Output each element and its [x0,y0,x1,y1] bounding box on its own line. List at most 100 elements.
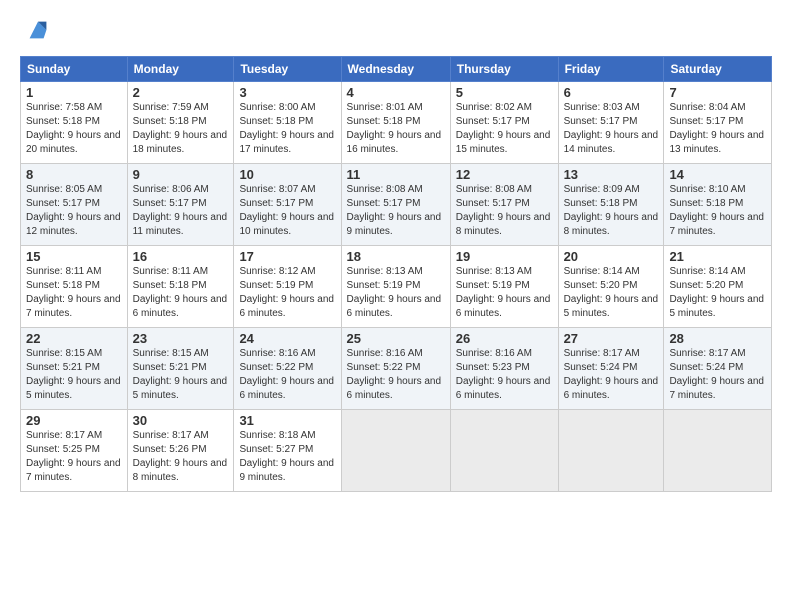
day-number: 5 [456,85,553,100]
day-number: 19 [456,249,553,264]
day-info: Sunrise: 8:04 AMSunset: 5:17 PMDaylight:… [669,102,764,155]
calendar-week-row: 15 Sunrise: 8:11 AMSunset: 5:18 PMDayligh… [21,246,772,328]
day-number: 14 [669,167,766,182]
day-info: Sunrise: 8:08 AMSunset: 5:17 PMDaylight:… [456,184,551,237]
logo [20,16,52,44]
table-row: 18Sunrise: 8:13 AMSunset: 5:19 PMDayligh… [341,246,450,328]
table-row: 3 Sunrise: 8:00 AMSunset: 5:18 PMDaylight… [234,82,341,164]
calendar-week-row: 22Sunrise: 8:15 AMSunset: 5:21 PMDayligh… [21,328,772,410]
table-row: 12Sunrise: 8:08 AMSunset: 5:17 PMDayligh… [450,164,558,246]
day-number: 16 [133,249,229,264]
table-row [558,410,664,492]
calendar-table: Sunday Monday Tuesday Wednesday Thursday… [20,56,772,492]
table-row [664,410,772,492]
day-info: Sunrise: 8:08 AMSunset: 5:17 PMDaylight:… [347,184,442,237]
table-row: 11 Sunrise: 8:08 AMSunset: 5:17 PMDayligh… [341,164,450,246]
day-number: 27 [564,331,659,346]
table-row: 30 Sunrise: 8:17 AMSunset: 5:26 PMDayligh… [127,410,234,492]
table-row: 7 Sunrise: 8:04 AMSunset: 5:17 PMDaylight… [664,82,772,164]
day-info: Sunrise: 8:05 AMSunset: 5:17 PMDaylight:… [26,184,121,237]
table-row: 19 Sunrise: 8:13 AMSunset: 5:19 PMDayligh… [450,246,558,328]
day-number: 2 [133,85,229,100]
day-info: Sunrise: 8:14 AMSunset: 5:20 PMDaylight:… [669,266,764,319]
day-number: 25 [347,331,445,346]
day-number: 29 [26,413,122,428]
day-info: Sunrise: 8:17 AMSunset: 5:26 PMDaylight:… [133,430,228,483]
day-info: Sunrise: 8:15 AMSunset: 5:21 PMDaylight:… [133,348,228,401]
day-info: Sunrise: 8:10 AMSunset: 5:18 PMDaylight:… [669,184,764,237]
table-row: 24 Sunrise: 8:16 AMSunset: 5:22 PMDayligh… [234,328,341,410]
day-number: 23 [133,331,229,346]
day-info: Sunrise: 8:06 AMSunset: 5:17 PMDaylight:… [133,184,228,237]
table-row: 15 Sunrise: 8:11 AMSunset: 5:18 PMDayligh… [21,246,128,328]
calendar-week-row: 1 Sunrise: 7:58 AMSunset: 5:18 PMDaylight… [21,82,772,164]
day-info: Sunrise: 8:02 AMSunset: 5:17 PMDaylight:… [456,102,551,155]
col-wednesday: Wednesday [341,57,450,82]
page: Sunday Monday Tuesday Wednesday Thursday… [0,0,792,612]
table-row: 27 Sunrise: 8:17 AMSunset: 5:24 PMDayligh… [558,328,664,410]
day-number: 24 [239,331,335,346]
day-number: 30 [133,413,229,428]
day-number: 15 [26,249,122,264]
table-row [341,410,450,492]
table-row: 16Sunrise: 8:11 AMSunset: 5:18 PMDayligh… [127,246,234,328]
day-info: Sunrise: 7:58 AMSunset: 5:18 PMDaylight:… [26,102,121,155]
day-number: 6 [564,85,659,100]
table-row: 31 Sunrise: 8:18 AMSunset: 5:27 PMDayligh… [234,410,341,492]
day-number: 31 [239,413,335,428]
table-row: 14 Sunrise: 8:10 AMSunset: 5:18 PMDayligh… [664,164,772,246]
table-row: 23 Sunrise: 8:15 AMSunset: 5:21 PMDayligh… [127,328,234,410]
calendar-header-row: Sunday Monday Tuesday Wednesday Thursday… [21,57,772,82]
table-row: 20Sunrise: 8:14 AMSunset: 5:20 PMDayligh… [558,246,664,328]
table-row: 4 Sunrise: 8:01 AMSunset: 5:18 PMDaylight… [341,82,450,164]
table-row: 6 Sunrise: 8:03 AMSunset: 5:17 PMDaylight… [558,82,664,164]
table-row: 10Sunrise: 8:07 AMSunset: 5:17 PMDayligh… [234,164,341,246]
day-number: 10 [239,167,335,182]
day-info: Sunrise: 8:17 AMSunset: 5:24 PMDaylight:… [564,348,659,401]
day-info: Sunrise: 8:01 AMSunset: 5:18 PMDaylight:… [347,102,442,155]
day-number: 3 [239,85,335,100]
table-row: 2Sunrise: 7:59 AMSunset: 5:18 PMDaylight… [127,82,234,164]
calendar-week-row: 29 Sunrise: 8:17 AMSunset: 5:25 PMDayligh… [21,410,772,492]
day-info: Sunrise: 8:13 AMSunset: 5:19 PMDaylight:… [347,266,442,319]
day-info: Sunrise: 8:11 AMSunset: 5:18 PMDaylight:… [26,266,121,319]
day-number: 7 [669,85,766,100]
day-number: 4 [347,85,445,100]
day-number: 20 [564,249,659,264]
day-number: 8 [26,167,122,182]
col-thursday: Thursday [450,57,558,82]
day-number: 1 [26,85,122,100]
day-info: Sunrise: 8:17 AMSunset: 5:25 PMDaylight:… [26,430,121,483]
calendar-week-row: 8 Sunrise: 8:05 AMSunset: 5:17 PMDaylight… [21,164,772,246]
day-number: 28 [669,331,766,346]
col-friday: Friday [558,57,664,82]
day-info: Sunrise: 8:18 AMSunset: 5:27 PMDaylight:… [239,430,334,483]
day-number: 21 [669,249,766,264]
day-info: Sunrise: 8:16 AMSunset: 5:22 PMDaylight:… [239,348,334,401]
day-info: Sunrise: 8:12 AMSunset: 5:19 PMDaylight:… [239,266,334,319]
table-row: 21 Sunrise: 8:14 AMSunset: 5:20 PMDayligh… [664,246,772,328]
day-info: Sunrise: 8:16 AMSunset: 5:23 PMDaylight:… [456,348,551,401]
day-info: Sunrise: 8:16 AMSunset: 5:22 PMDaylight:… [347,348,442,401]
day-info: Sunrise: 8:13 AMSunset: 5:19 PMDaylight:… [456,266,551,319]
col-sunday: Sunday [21,57,128,82]
day-number: 26 [456,331,553,346]
day-number: 11 [347,167,445,182]
table-row: 25 Sunrise: 8:16 AMSunset: 5:22 PMDayligh… [341,328,450,410]
col-tuesday: Tuesday [234,57,341,82]
day-info: Sunrise: 8:03 AMSunset: 5:17 PMDaylight:… [564,102,659,155]
table-row: 28 Sunrise: 8:17 AMSunset: 5:24 PMDayligh… [664,328,772,410]
day-info: Sunrise: 8:17 AMSunset: 5:24 PMDaylight:… [669,348,764,401]
table-row: 9Sunrise: 8:06 AMSunset: 5:17 PMDaylight… [127,164,234,246]
table-row: 1 Sunrise: 7:58 AMSunset: 5:18 PMDaylight… [21,82,128,164]
day-info: Sunrise: 8:00 AMSunset: 5:18 PMDaylight:… [239,102,334,155]
day-info: Sunrise: 8:09 AMSunset: 5:18 PMDaylight:… [564,184,659,237]
table-row: 17Sunrise: 8:12 AMSunset: 5:19 PMDayligh… [234,246,341,328]
logo-icon [24,16,52,44]
table-row: 29 Sunrise: 8:17 AMSunset: 5:25 PMDayligh… [21,410,128,492]
table-row: 5 Sunrise: 8:02 AMSunset: 5:17 PMDaylight… [450,82,558,164]
day-number: 13 [564,167,659,182]
table-row: 8 Sunrise: 8:05 AMSunset: 5:17 PMDaylight… [21,164,128,246]
table-row: 13 Sunrise: 8:09 AMSunset: 5:18 PMDayligh… [558,164,664,246]
header [20,16,772,44]
